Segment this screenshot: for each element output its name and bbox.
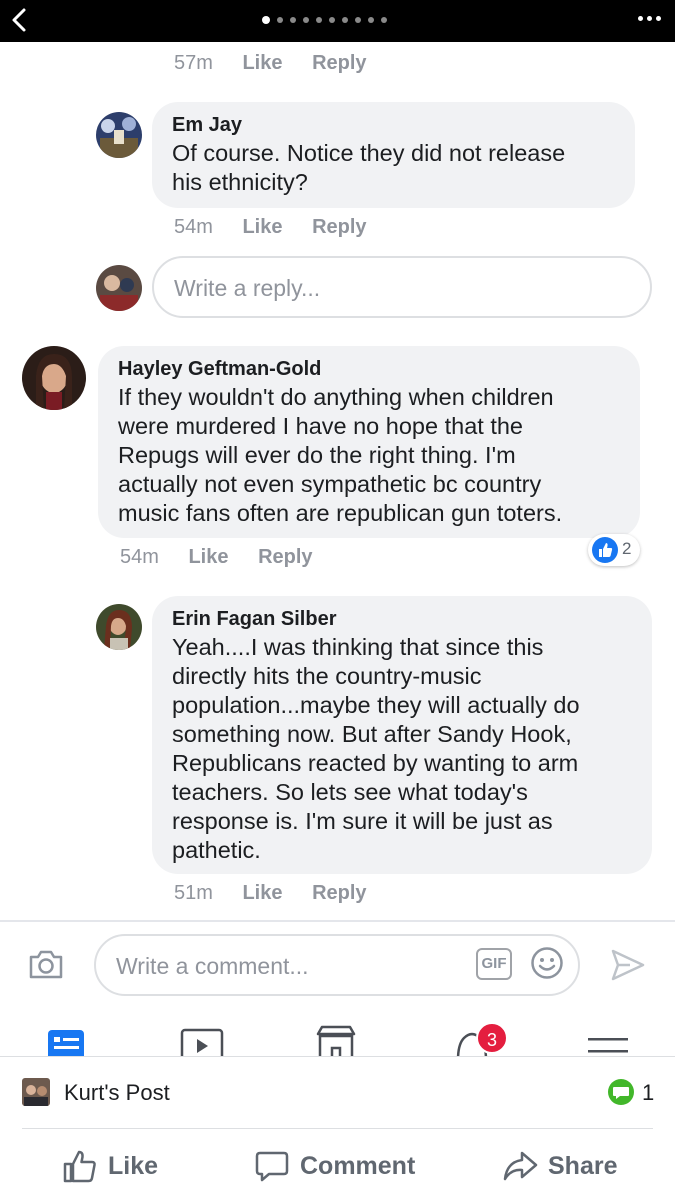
comment-count-icon: [608, 1079, 634, 1105]
comment-text-line: pathetic.: [172, 837, 261, 863]
comment-count: 1: [642, 1080, 655, 1105]
page-dot: [381, 17, 387, 23]
post-avatar[interactable]: [22, 1078, 50, 1106]
page-dot: [303, 17, 309, 23]
comment-bubble: Erin Fagan Silber Yeah....I was thinking…: [152, 596, 652, 874]
comment-bubble: Em Jay Of course. Notice they did not re…: [152, 102, 635, 208]
comment-text-line: response is. I'm sure it will be just as: [172, 808, 553, 834]
commenter-name[interactable]: Erin Fagan Silber: [172, 608, 632, 631]
marketplace-icon[interactable]: [314, 1024, 358, 1056]
reply-link[interactable]: Reply: [258, 546, 312, 568]
comment-text-line: were murdered I have no hope that the: [118, 413, 523, 439]
like-label: Like: [108, 1151, 159, 1180]
send-icon[interactable]: [610, 948, 646, 982]
comment-meta: 51m Like Reply: [174, 882, 391, 905]
reply-link[interactable]: Reply: [312, 52, 366, 74]
comment-text-line: music fans often are republican gun tote…: [118, 500, 563, 526]
comment-text-line: his ethnicity?: [172, 169, 308, 195]
comment-text-line: Yeah....I was thinking that since this: [172, 634, 544, 660]
comment-bubble: Hayley Geftman-Gold If they wouldn't do …: [98, 346, 640, 538]
reply-link[interactable]: Reply: [312, 882, 366, 904]
avatar[interactable]: [22, 346, 86, 410]
page-dot: [355, 17, 361, 23]
like-link[interactable]: Like: [242, 882, 282, 904]
share-label: Share: [548, 1151, 618, 1180]
notification-badge: 3: [476, 1022, 508, 1054]
comment-meta: 54m Like Reply: [174, 216, 391, 239]
like-link[interactable]: Like: [242, 52, 282, 74]
reply-input[interactable]: Write a reply...: [152, 256, 652, 318]
comment-placeholder: Write a comment...: [116, 953, 309, 979]
like-button[interactable]: Like: [62, 1146, 158, 1186]
comment-text-line: Of course. Notice they did not release: [172, 140, 566, 166]
comment-time: 54m: [120, 546, 159, 568]
page-dot: [277, 17, 283, 23]
smiley-icon[interactable]: [530, 946, 564, 980]
comment-button[interactable]: Comment: [254, 1146, 415, 1186]
share-icon: [503, 1151, 538, 1181]
comment-label: Comment: [300, 1151, 416, 1180]
page-dot: [329, 17, 335, 23]
avatar[interactable]: [96, 112, 142, 158]
gif-button[interactable]: GIF: [476, 948, 512, 980]
comment-text-line: directly hits the country-music: [172, 663, 482, 689]
tab-bar: [0, 1012, 675, 1056]
divider: [22, 1128, 653, 1129]
comment-meta: 57m Like Reply: [174, 52, 391, 75]
page-indicator: [262, 16, 387, 24]
comment-text-line: actually not even sympathetic bc country: [118, 471, 542, 497]
like-link[interactable]: Like: [188, 546, 228, 568]
page-dot: [368, 17, 374, 23]
reply-placeholder: Write a reply...: [174, 275, 321, 301]
video-icon[interactable]: [180, 1024, 224, 1056]
comment-time: 57m: [174, 52, 213, 74]
page-dot: [290, 17, 296, 23]
post-title[interactable]: Kurt's Post: [64, 1080, 170, 1106]
news-feed-icon[interactable]: [44, 1024, 88, 1056]
reaction-count: 2: [622, 539, 632, 558]
commenter-name[interactable]: Hayley Geftman-Gold: [118, 358, 620, 381]
share-button[interactable]: Share: [502, 1146, 617, 1186]
comment-text-line: teachers. So lets see what today's: [172, 779, 528, 805]
menu-icon[interactable]: [586, 1024, 630, 1056]
reaction-summary[interactable]: 2: [588, 534, 640, 566]
comment-time: 54m: [174, 216, 213, 238]
chevron-left-icon[interactable]: [6, 6, 34, 34]
avatar: [96, 265, 142, 311]
avatar[interactable]: [96, 604, 142, 650]
ellipsis-icon[interactable]: [638, 16, 661, 21]
comment-text-line: Repugs will ever do the right thing. I'm: [118, 442, 516, 468]
like-reaction-icon: [592, 537, 618, 563]
comment-text-line: something now. But after Sandy Hook,: [172, 721, 572, 747]
page-dot: [316, 17, 322, 23]
comment-text-line: Republicans reacted by wanting to arm: [172, 750, 579, 776]
comment-meta: 54m Like Reply: [120, 546, 337, 569]
commenter-name[interactable]: Em Jay: [172, 114, 615, 137]
reply-link[interactable]: Reply: [312, 216, 366, 238]
thumbs-up-icon: [63, 1150, 96, 1183]
comment-text-line: population...maybe they will actually do: [172, 692, 580, 718]
camera-icon[interactable]: [28, 948, 64, 980]
comment-time: 51m: [174, 882, 213, 904]
like-link[interactable]: Like: [242, 216, 282, 238]
page-dot-active: [262, 16, 270, 24]
comment-text-line: If they wouldn't do anything when childr…: [118, 384, 554, 410]
top-bar: [0, 0, 675, 42]
comment-icon: [255, 1151, 289, 1182]
page-dot: [342, 17, 348, 23]
